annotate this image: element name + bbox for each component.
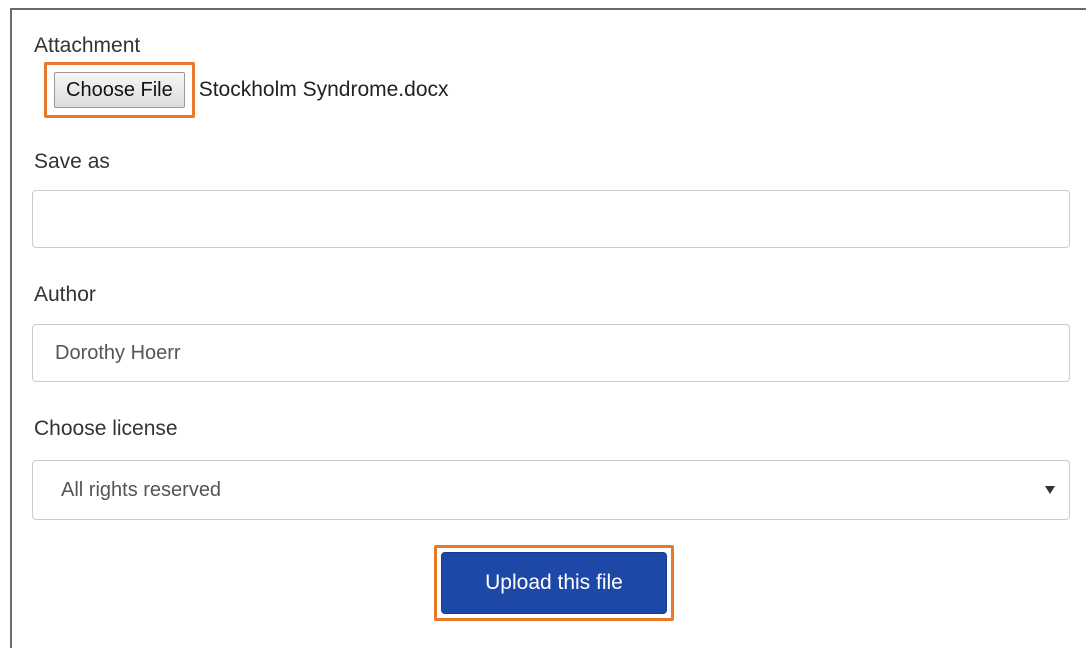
upload-file-button[interactable]: Upload this file <box>441 552 667 614</box>
choose-file-highlight: Choose File <box>44 62 195 118</box>
file-picker: Choose File Stockholm Syndrome.docx <box>44 62 449 118</box>
license-select[interactable]: All rights reserved <box>32 460 1070 520</box>
author-input[interactable]: Dorothy Hoerr <box>32 324 1070 382</box>
license-label: Choose license <box>34 417 178 440</box>
license-selected-value: All rights reserved <box>61 478 222 501</box>
upload-button-highlight: Upload this file <box>434 545 674 621</box>
save-as-label: Save as <box>34 150 110 173</box>
author-label: Author <box>34 283 96 306</box>
attachment-label: Attachment <box>34 34 141 57</box>
save-as-input[interactable] <box>32 190 1070 248</box>
choose-file-button[interactable]: Choose File <box>54 72 185 108</box>
caret-down-icon <box>1045 486 1055 494</box>
upload-form-panel: Attachment Choose File Stockholm Syndrom… <box>10 8 1086 648</box>
selected-file-name: Stockholm Syndrome.docx <box>198 78 449 101</box>
